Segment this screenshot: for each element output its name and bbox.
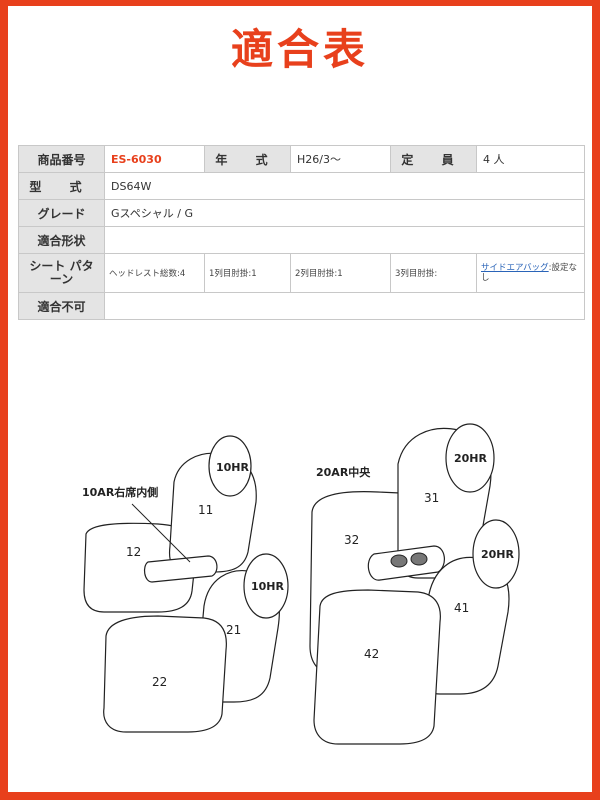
label-part-31: 31 (424, 491, 439, 505)
label-part-42: 42 (364, 647, 379, 661)
label-part-22: 22 (152, 675, 167, 689)
label-part-32: 32 (344, 533, 359, 547)
label-part-11: 11 (198, 503, 213, 517)
part-22-shape (103, 615, 227, 733)
label-10hr-top: 10HR (216, 461, 250, 474)
seat-parts-diagram: 10HR 10HR 20HR 20HR 10AR右席内側 20AR中央 11 1… (82, 423, 520, 745)
label-20ar: 20AR中央 (316, 465, 371, 479)
label-part-21: 21 (226, 623, 241, 637)
cupholder-right-icon (410, 552, 428, 566)
label-20hr-bottom: 20HR (481, 548, 515, 561)
cupholder-left-icon (390, 554, 408, 568)
label-10hr-bottom: 10HR (251, 580, 285, 593)
label-10ar: 10AR右席内側 (82, 485, 158, 499)
label-part-41: 41 (454, 601, 469, 615)
label-20hr-top: 20HR (454, 452, 488, 465)
fitment-card: 適合表 商品番号 ES-6030 年 式 H26/3～ 定 員 4 人 型 式 … (8, 6, 592, 792)
label-part-12: 12 (126, 545, 141, 559)
part-42-shape (313, 589, 441, 745)
